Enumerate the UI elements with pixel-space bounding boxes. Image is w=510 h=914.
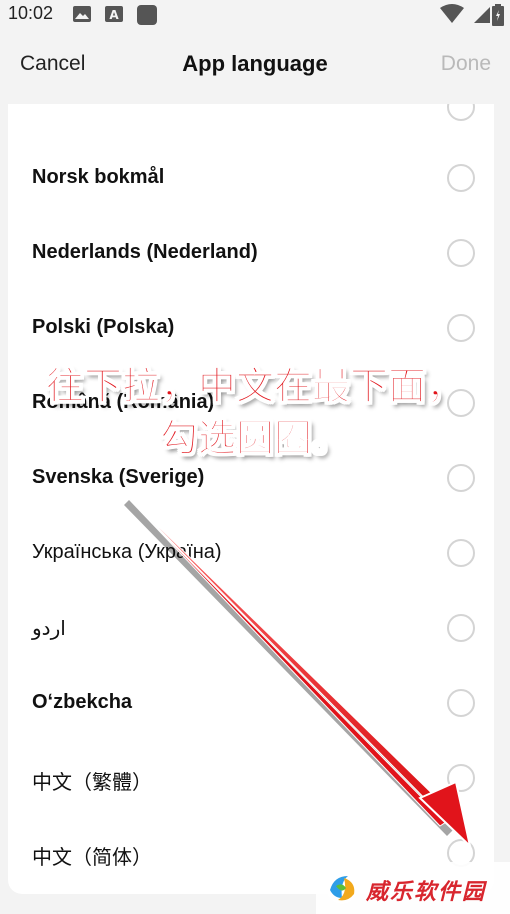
language-label: Svenska (Sverige) (32, 466, 205, 488)
language-row[interactable]: 中文（繁體） (8, 742, 494, 817)
language-label: Oʻzbekcha (32, 691, 133, 713)
radio-button[interactable] (447, 614, 475, 642)
svg-text:A: A (109, 8, 119, 22)
page-title: App language (182, 51, 328, 76)
language-row[interactable]: Oʻzbekcha (8, 667, 494, 742)
status-time: 10:02 (8, 3, 54, 23)
radio-button[interactable] (447, 464, 475, 492)
language-row[interactable]: Svenska (Sverige) (8, 442, 494, 517)
battery-icon (492, 4, 504, 26)
top-navigation-bar: Cancel App language Done (0, 30, 510, 104)
language-label: Nederlands (Nederland) (32, 241, 258, 263)
watermark-logo-icon (326, 872, 358, 904)
done-button[interactable]: Done (441, 52, 491, 76)
image-icon (73, 6, 91, 22)
radio-button[interactable] (447, 389, 475, 417)
language-row[interactable]: Українська (Україна) (8, 517, 494, 592)
app-language-screen: 10:02 A Cancel App language Done Norsk b… (0, 0, 510, 914)
radio-button[interactable] (447, 164, 475, 192)
app-square-icon (137, 5, 157, 25)
language-label: 中文（繁體） (32, 772, 152, 794)
language-label: Română (România) (32, 391, 215, 413)
language-list: Norsk bokmål Nederlands (Nederland) Pols… (8, 104, 494, 894)
radio-button[interactable] (447, 104, 475, 121)
status-bar: 10:02 A (0, 0, 510, 30)
language-label: Norsk bokmål (32, 166, 165, 188)
radio-button[interactable] (447, 314, 475, 342)
radio-button[interactable] (447, 764, 475, 792)
language-row-partial[interactable] (8, 104, 494, 146)
radio-button[interactable] (447, 689, 475, 717)
language-row[interactable]: Polski (Polska) (8, 292, 494, 367)
language-row[interactable]: Nederlands (Nederland) (8, 217, 494, 292)
language-row[interactable]: اردو (8, 592, 494, 667)
radio-button[interactable] (447, 239, 475, 267)
language-label: Polski (Polska) (32, 316, 175, 338)
language-label: Українська (Україна) (32, 541, 222, 563)
radio-button[interactable] (447, 539, 475, 567)
language-label: اردو (32, 618, 66, 640)
language-row[interactable]: Norsk bokmål (8, 142, 494, 217)
language-label: 中文（简体） (32, 847, 152, 869)
wifi-icon (440, 4, 464, 23)
watermark-text: 威乐软件园 (366, 879, 487, 905)
language-row[interactable]: Română (România) (8, 367, 494, 442)
text-a-icon: A (105, 6, 123, 22)
watermark: 威乐软件园 (316, 862, 510, 914)
